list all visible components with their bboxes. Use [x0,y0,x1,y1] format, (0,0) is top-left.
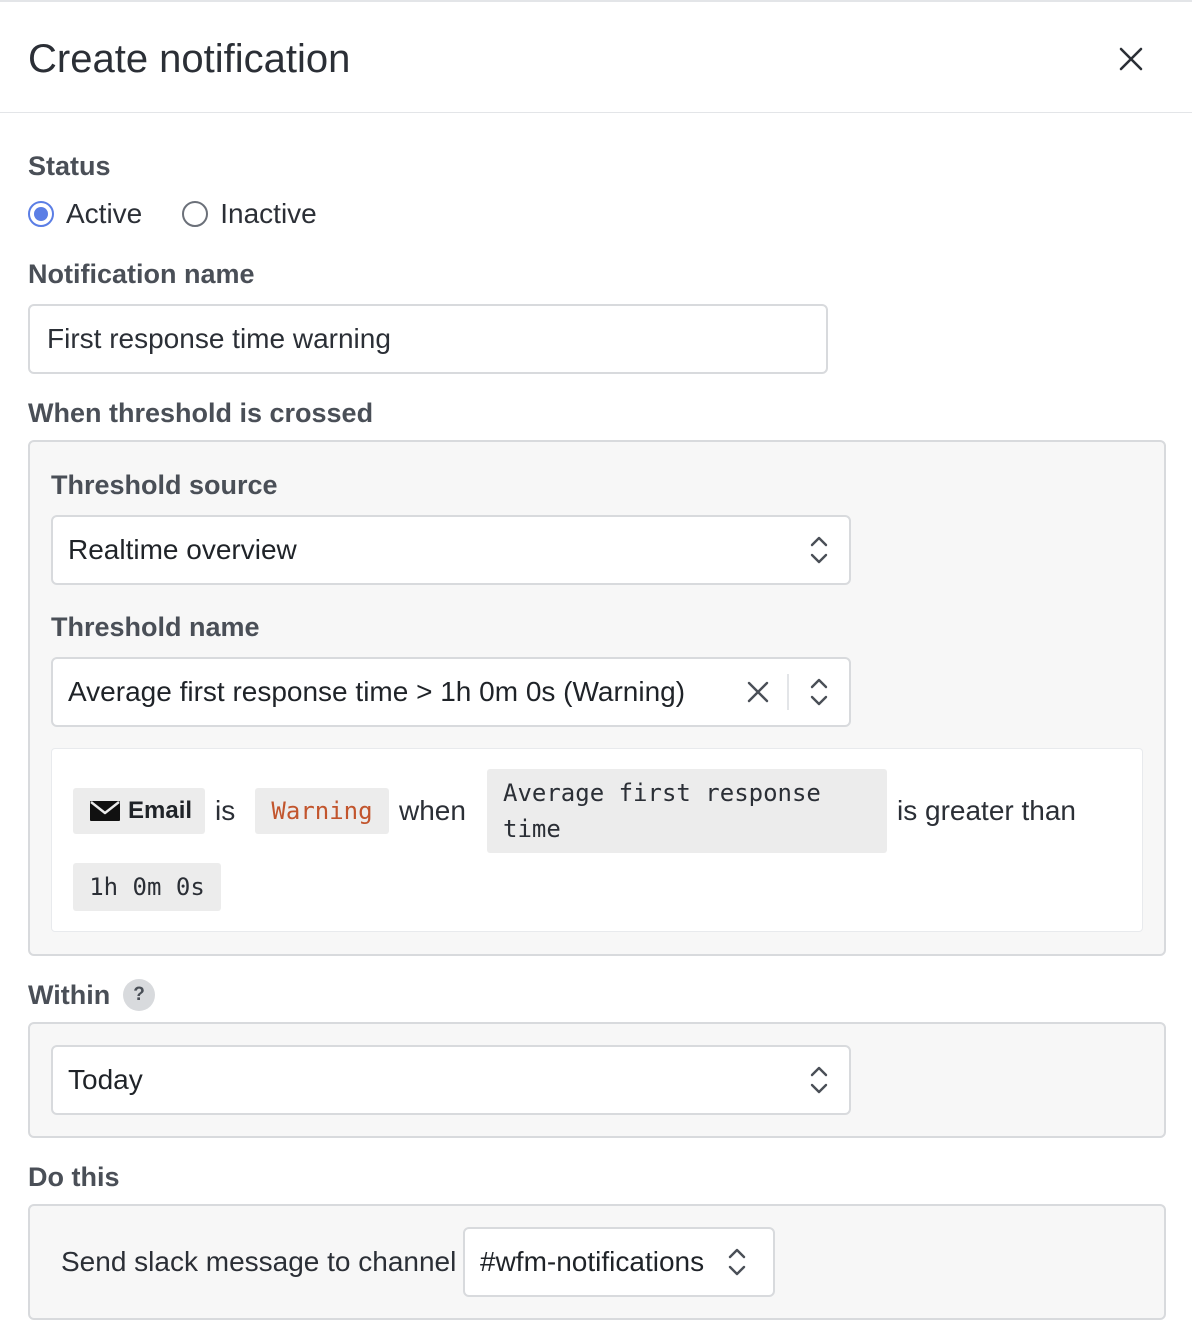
notification-name-input[interactable] [28,304,828,374]
envelope-icon [90,801,120,821]
within-value: Today [68,1064,143,1095]
channel-label: Email [128,797,193,824]
status-active-radio[interactable] [28,201,54,227]
close-icon [1119,47,1143,71]
status-radio-group: Active Inactive [28,196,357,232]
threshold-value-chip: 1h 0m 0s [73,863,221,911]
clear-icon [747,681,769,703]
metric-line-1: Average first response [503,779,821,807]
threshold-source-value: Realtime overview [68,534,297,565]
chevron-updown-icon [789,517,849,583]
help-icon[interactable]: ? [123,979,155,1011]
status-inactive-radio[interactable] [182,201,209,227]
threshold-source-select[interactable]: Realtime overview [51,515,851,585]
do-this-label: Do this [28,1162,120,1192]
threshold-section-label: When threshold is crossed [28,398,374,428]
channel-chip: Email [73,788,205,834]
dialog-header: Create notification [0,2,1192,113]
chevron-updown-icon [727,1229,773,1295]
action-prefix: Send slack message to channel [61,1246,457,1277]
rule-comparison: is greater than [897,795,1076,826]
slack-channel-value: #wfm-notifications [480,1246,705,1277]
status-label: Status [28,151,111,181]
threshold-source-label: Threshold source [51,470,278,500]
threshold-rule-summary: Email is Warning when Average first resp… [51,748,1143,932]
chevron-updown-icon [789,659,849,725]
notification-name-label: Notification name [28,259,255,289]
threshold-name-label: Threshold name [51,612,260,642]
status-active-label: Active [66,198,143,229]
threshold-name-value: Average first response time > 1h 0m 0s (… [68,676,686,707]
close-button[interactable] [1108,36,1154,82]
warning-level-chip: Warning [255,788,389,834]
threshold-name-select[interactable]: Average first response time > 1h 0m 0s (… [51,657,851,727]
rule-word-is: is [215,795,236,826]
rule-word-when: when [399,795,466,826]
within-label: Within [28,980,111,1010]
metric-chip: Average first response time [487,769,887,853]
chevron-updown-icon [789,1047,849,1113]
within-select[interactable]: Today [51,1045,851,1115]
metric-line-2: time [503,815,561,843]
dialog-title: Create notification [28,37,351,81]
status-active-option[interactable]: Active [28,198,142,230]
status-inactive-option[interactable]: Inactive [182,198,317,230]
slack-channel-select[interactable]: #wfm-notifications [463,1227,775,1297]
status-inactive-label: Inactive [220,198,317,229]
clear-selection-button[interactable] [729,659,787,725]
